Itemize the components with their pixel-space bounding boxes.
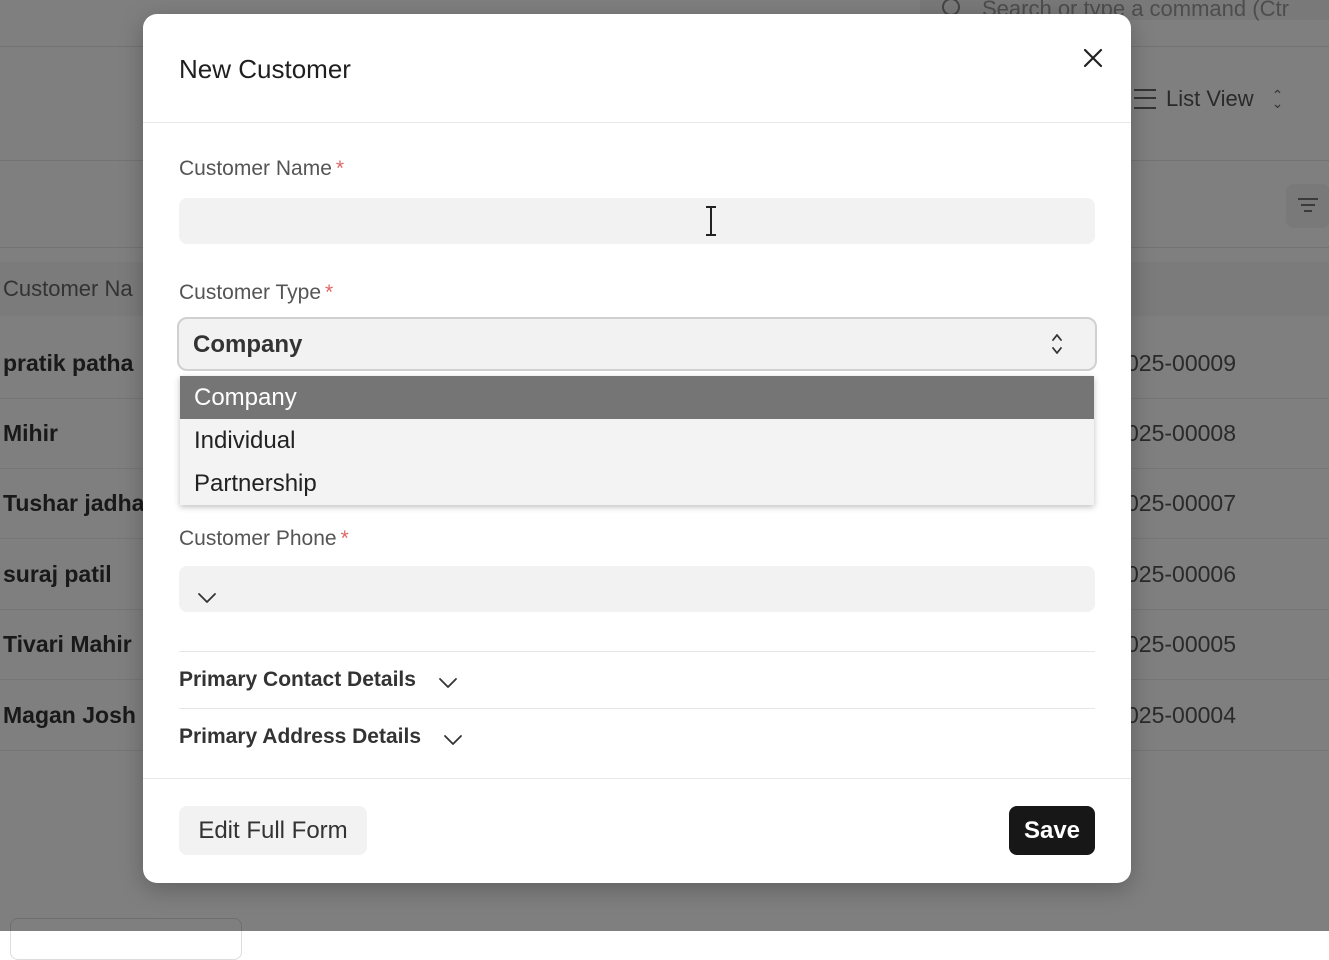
chevron-down-icon[interactable] — [197, 592, 217, 604]
required-mark: * — [335, 157, 345, 180]
footer-divider — [143, 778, 1131, 779]
close-icon — [1083, 48, 1103, 68]
option-partnership[interactable]: Partnership — [180, 462, 1094, 505]
customer-type-label: Customer Type * — [179, 281, 333, 305]
required-mark: * — [340, 527, 349, 550]
select-arrows-icon — [1052, 334, 1062, 354]
option-label: Individual — [194, 427, 296, 454]
option-individual[interactable]: Individual — [180, 419, 1094, 462]
customer-name-label-text: Customer Name — [179, 157, 332, 180]
edit-full-form-label: Edit Full Form — [198, 816, 348, 844]
chevron-down-icon — [444, 735, 462, 745]
section-divider — [179, 651, 1095, 652]
customer-type-label-text: Customer Type — [179, 281, 322, 304]
option-label: Company — [194, 384, 297, 411]
save-button[interactable]: Save — [1009, 806, 1095, 855]
customer-type-dropdown: Company Individual Partnership — [180, 376, 1094, 505]
chevron-down-icon — [439, 678, 457, 688]
close-button[interactable] — [1071, 44, 1115, 76]
customer-phone-input[interactable] — [179, 566, 1095, 612]
section-title: Primary Address Details — [179, 725, 422, 748]
customer-type-value: Company — [193, 331, 303, 358]
option-company[interactable]: Company — [180, 376, 1094, 419]
primary-address-details-toggle[interactable]: Primary Address Details — [179, 717, 463, 757]
edit-full-form-button[interactable]: Edit Full Form — [179, 806, 367, 855]
dialog-title: New Customer — [179, 54, 351, 84]
customer-name-input[interactable] — [179, 198, 1095, 244]
customer-type-select[interactable]: Company — [177, 317, 1097, 371]
required-mark: * — [325, 281, 334, 304]
customer-phone-label: Customer Phone * — [179, 527, 349, 551]
customer-name-label: Customer Name * — [179, 157, 344, 181]
section-divider — [179, 708, 1095, 709]
option-label: Partnership — [194, 470, 317, 497]
save-label: Save — [1023, 816, 1081, 844]
text-cursor-icon — [706, 206, 716, 236]
section-title: Primary Contact Details — [179, 668, 416, 691]
new-customer-dialog: New Customer Customer Name * Customer Typ… — [143, 14, 1131, 883]
primary-contact-details-toggle[interactable]: Primary Contact Details — [179, 660, 458, 700]
customer-phone-label-text: Customer Phone — [179, 527, 337, 550]
header-divider — [143, 122, 1131, 123]
